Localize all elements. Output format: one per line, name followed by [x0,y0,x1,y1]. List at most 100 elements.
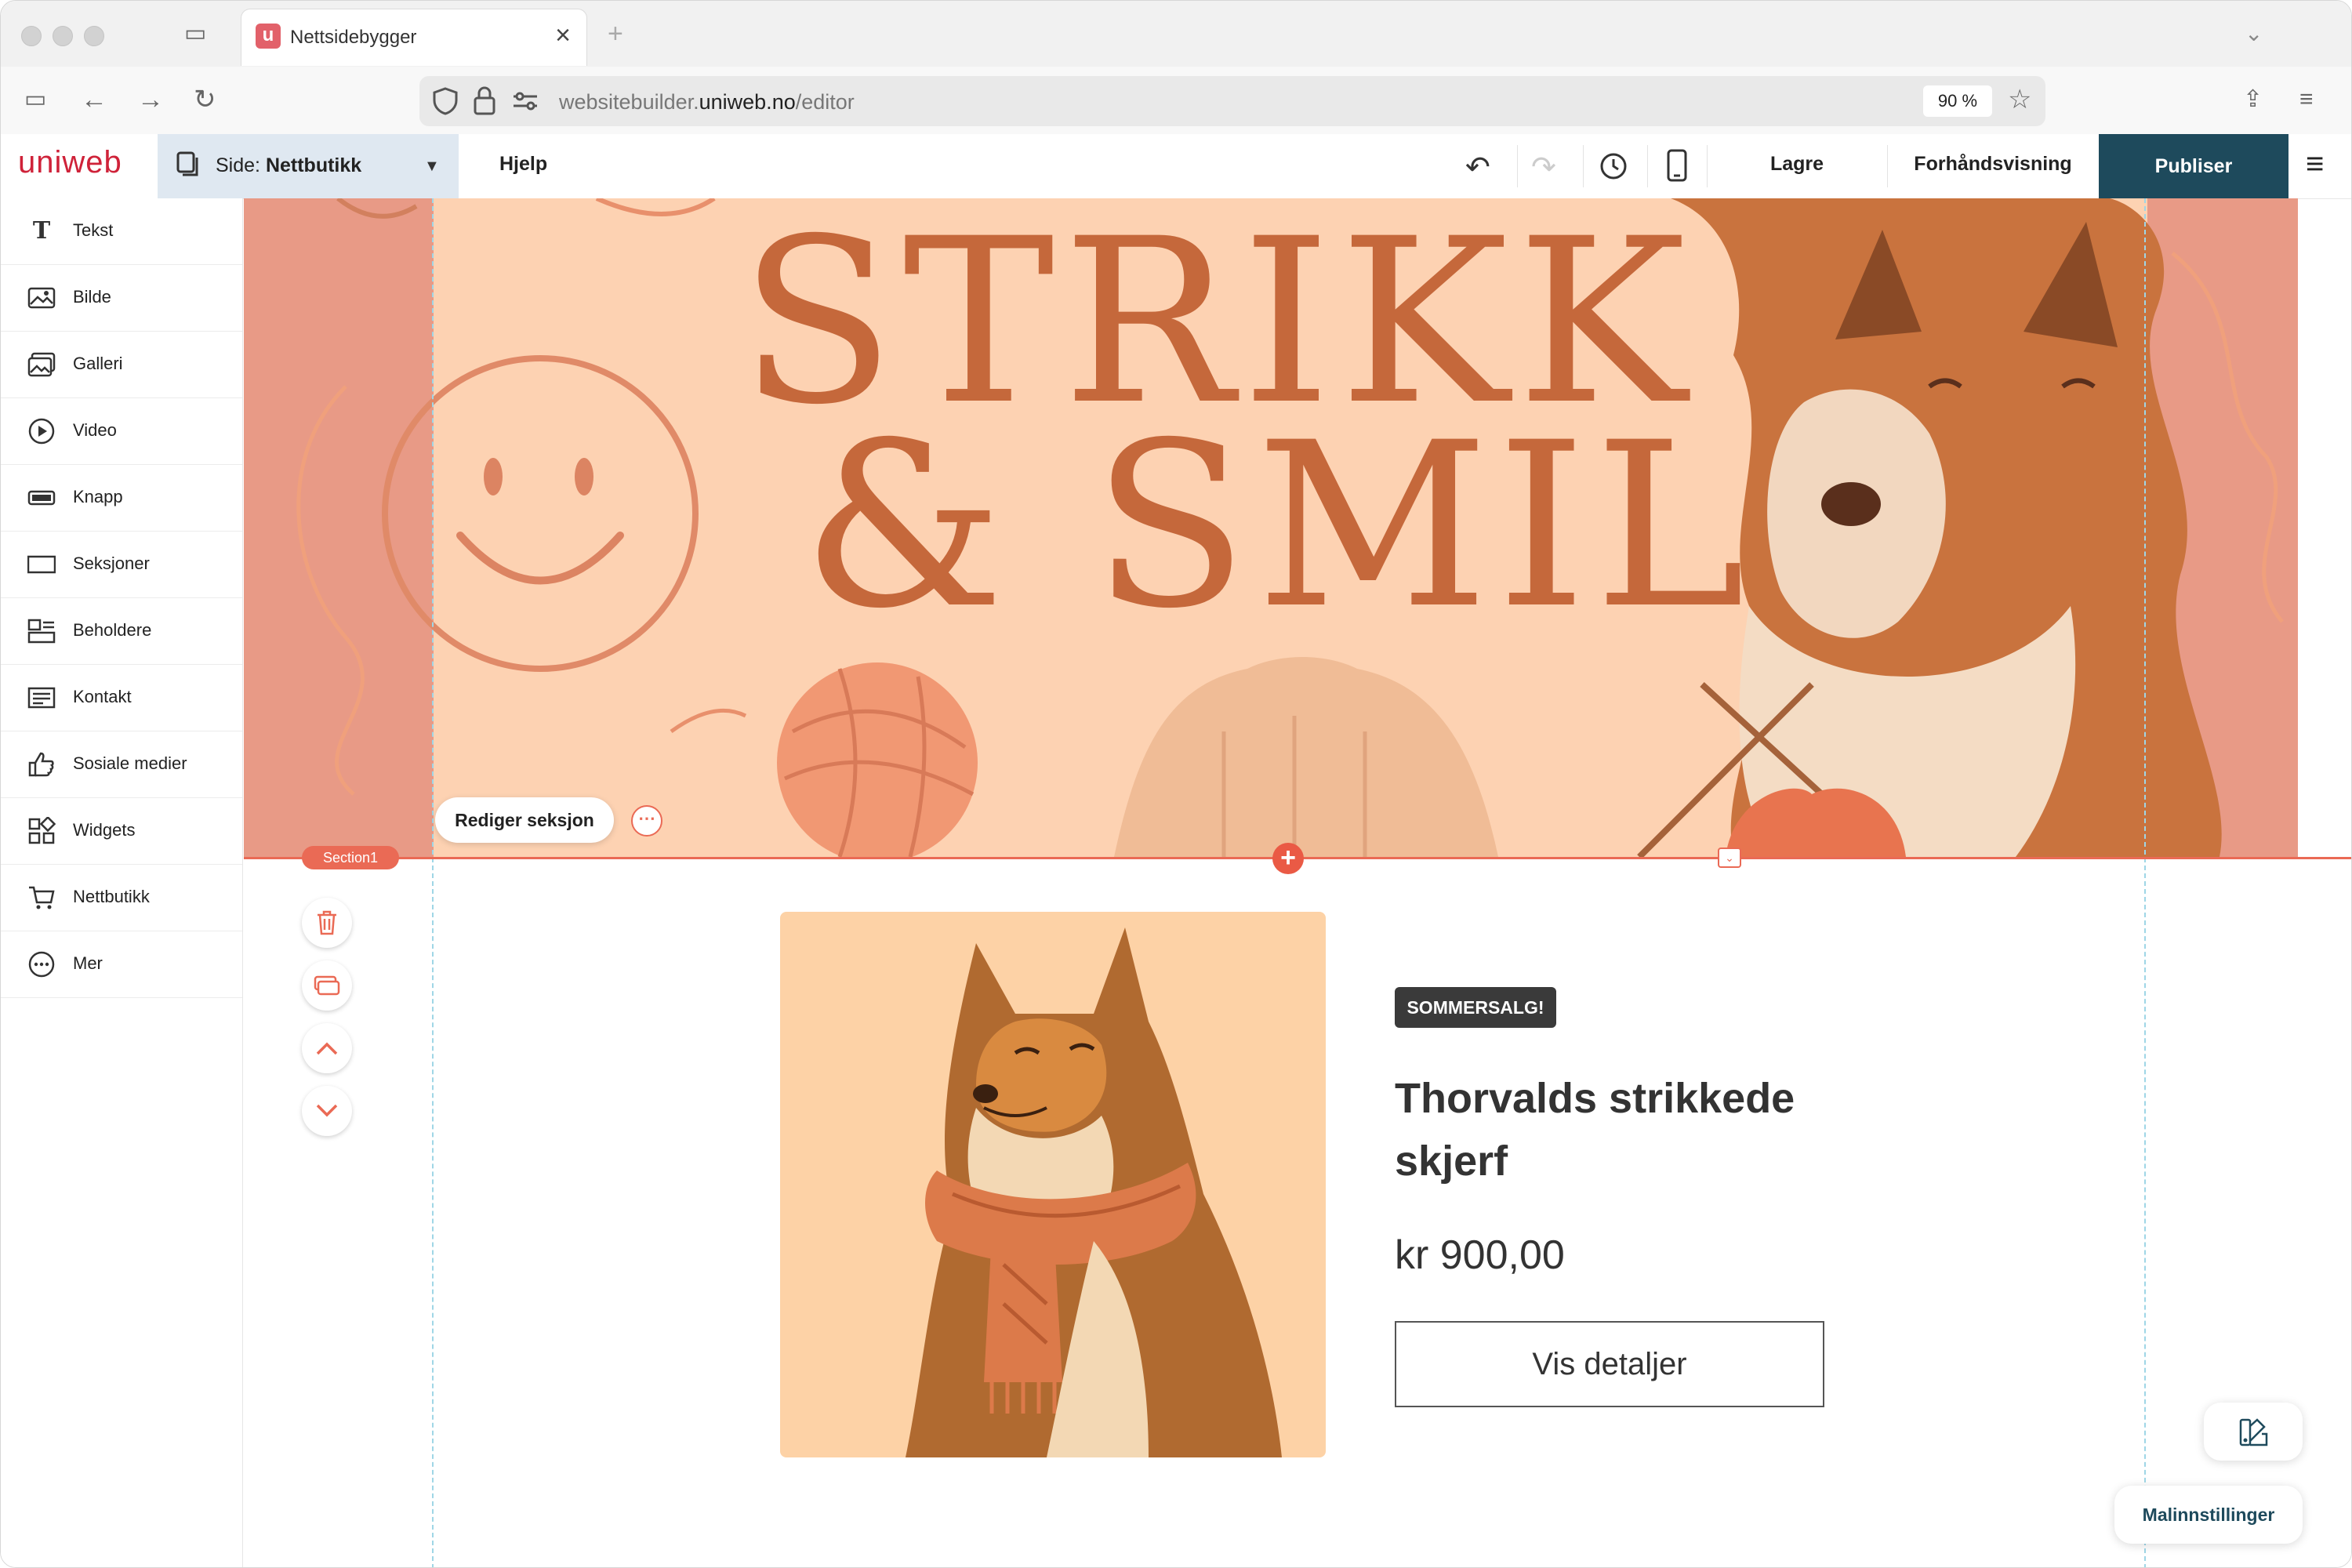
button-icon [27,490,56,506]
left-content-guide [432,198,434,1567]
move-section-up-icon[interactable] [302,1023,352,1073]
browser-tab[interactable]: u Nettsidebygger × [241,9,587,66]
navigation-bar: ▭ ← → ↻ websitebuilder.uniweb.no/editor … [1,67,2351,135]
tab-bar: ▭ u Nettsidebygger × + ⌄ [1,1,2351,67]
sidebar-item-nettbutikk[interactable]: Nettbutikk [1,865,242,931]
palette-icon [2239,1418,2268,1446]
delete-section-icon[interactable] [302,898,352,948]
caret-down-icon: ▼ [424,158,440,175]
gallery-icon [27,352,56,377]
history-icon[interactable] [1599,151,1628,181]
section-more-icon[interactable]: ⋯ [631,805,662,837]
redo-icon[interactable]: ↷ [1531,150,1556,185]
widgets-icon [28,817,56,844]
page-selector[interactable]: Side: Nettbutikk ▼ [158,134,459,198]
sidebar-item-label: Knapp [73,487,123,506]
containers-icon [27,619,56,644]
reload-icon[interactable]: ↻ [194,84,216,115]
add-section-icon[interactable]: + [1272,843,1304,874]
product-title: Thorvalds strikkede skjerf [1395,1075,1795,1185]
sidebar-item-mer[interactable]: Mer [1,931,242,998]
close-tab-icon[interactable]: × [555,20,571,51]
image-icon [27,287,56,309]
edit-section-button[interactable]: Rediger seksjon [435,797,614,843]
sale-badge: SOMMERSALG! [1395,987,1556,1028]
forward-icon[interactable]: → [137,84,164,115]
thumbs-up-icon [28,752,54,777]
pages-icon [176,151,198,176]
minimize-window-button[interactable] [53,26,73,46]
sidebar-item-label: Tekst [73,220,114,240]
product-image[interactable] [780,912,1326,1457]
browser-window: ▭ u Nettsidebygger × + ⌄ ▭ ← → ↻ website… [0,0,2352,1568]
sidebar-item-sosiale-medier[interactable]: Sosiale medier [1,731,242,798]
section-collapse-icon[interactable]: ⌄ [1718,848,1741,868]
tab-overview-icon[interactable]: ▭ [184,18,206,49]
sidebar-item-label: Video [73,420,117,440]
design-palette-button[interactable] [2204,1403,2303,1461]
section-tag[interactable]: Section1 [302,846,399,869]
bookmark-star-icon[interactable]: ☆ [2008,84,2031,115]
hero-title-line2: & SMIL [802,394,1754,659]
sidebar-item-seksjoner[interactable]: Seksjoner [1,532,242,598]
hero-section[interactable]: STRIKK & SMIL [244,198,2298,857]
uniweb-favicon-icon: u [256,24,281,49]
sidebar-item-label: Widgets [73,820,136,840]
new-tab-icon[interactable]: + [608,18,623,49]
sidebar-item-tekst[interactable]: T Tekst [1,198,242,265]
publish-button[interactable]: Publiser [2099,134,2288,198]
template-settings-button[interactable]: Malinnstillinger [2114,1486,2303,1544]
share-icon[interactable]: ⇪ [2243,84,2263,115]
contact-icon [27,687,56,709]
close-window-button[interactable] [21,26,42,46]
reader-list-icon[interactable]: ≡ [2299,84,2314,115]
preview-button[interactable]: Forhåndsvisning [1906,153,2080,176]
view-details-button[interactable]: Vis detaljer [1395,1321,1824,1407]
sections-icon [27,555,56,574]
site-settings-icon[interactable] [512,90,539,112]
sidebar-item-label: Mer [73,953,103,973]
sidebar-toggle-icon[interactable]: ▭ [24,84,46,115]
shield-icon [433,87,458,115]
sidebar-item-label: Sosiale medier [73,753,187,773]
undo-icon[interactable]: ↶ [1465,150,1490,185]
sidebar-item-label: Beholdere [73,620,152,640]
tab-title: Nettsidebygger [290,27,417,48]
sidebar-item-video[interactable]: Video [1,398,242,465]
sidebar-item-label: Seksjoner [73,554,150,573]
sidebar-item-label: Bilde [73,287,111,307]
sidebar-item-kontakt[interactable]: Kontakt [1,665,242,731]
sidebar-item-label: Kontakt [73,687,132,706]
editor-toolbar: uniweb Side: Nettbutikk ▼ Hjelp ↶ ↷ Lagr… [1,134,2351,199]
lock-icon [474,86,495,115]
mobile-view-icon[interactable] [1666,148,1688,183]
zoom-level[interactable]: 90 % [1923,85,1992,117]
sidebar-item-label: Galleri [73,354,123,373]
product-price: kr 900,00 [1395,1232,1565,1278]
sidebar-item-beholdere[interactable]: Beholdere [1,598,242,665]
tab-list-chevron-icon[interactable]: ⌄ [2245,18,2263,49]
uniweb-logo[interactable]: uniweb [18,145,122,180]
sidebar-item-bilde[interactable]: Bilde [1,265,242,332]
page-selector-label: Side: Nettbutikk [216,154,362,176]
right-content-guide [2144,198,2146,1567]
address-bar[interactable]: websitebuilder.uniweb.no/editor 90 % ☆ [419,76,2045,126]
move-section-down-icon[interactable] [302,1086,352,1136]
sidebar-item-label: Nettbutikk [73,887,150,906]
help-button[interactable]: Hjelp [499,153,547,176]
save-button[interactable]: Lagre [1729,153,1865,176]
sidebar-item-widgets[interactable]: Widgets [1,798,242,865]
url-text: websitebuilder.uniweb.no/editor [559,90,855,114]
element-sidebar: T Tekst Bilde Galleri Video Knapp Seksjon… [1,198,243,1567]
text-icon: T [32,217,51,245]
menu-icon[interactable]: ≡ [2306,147,2324,182]
sidebar-item-galleri[interactable]: Galleri [1,332,242,398]
back-icon[interactable]: ← [81,84,107,115]
collie-scarf-illustration [906,927,1282,1457]
sidebar-item-knapp[interactable]: Knapp [1,465,242,532]
cart-icon [29,886,55,909]
more-icon [28,951,55,978]
maximize-window-button[interactable] [84,26,104,46]
duplicate-section-icon[interactable] [302,960,352,1011]
video-icon [28,418,55,445]
